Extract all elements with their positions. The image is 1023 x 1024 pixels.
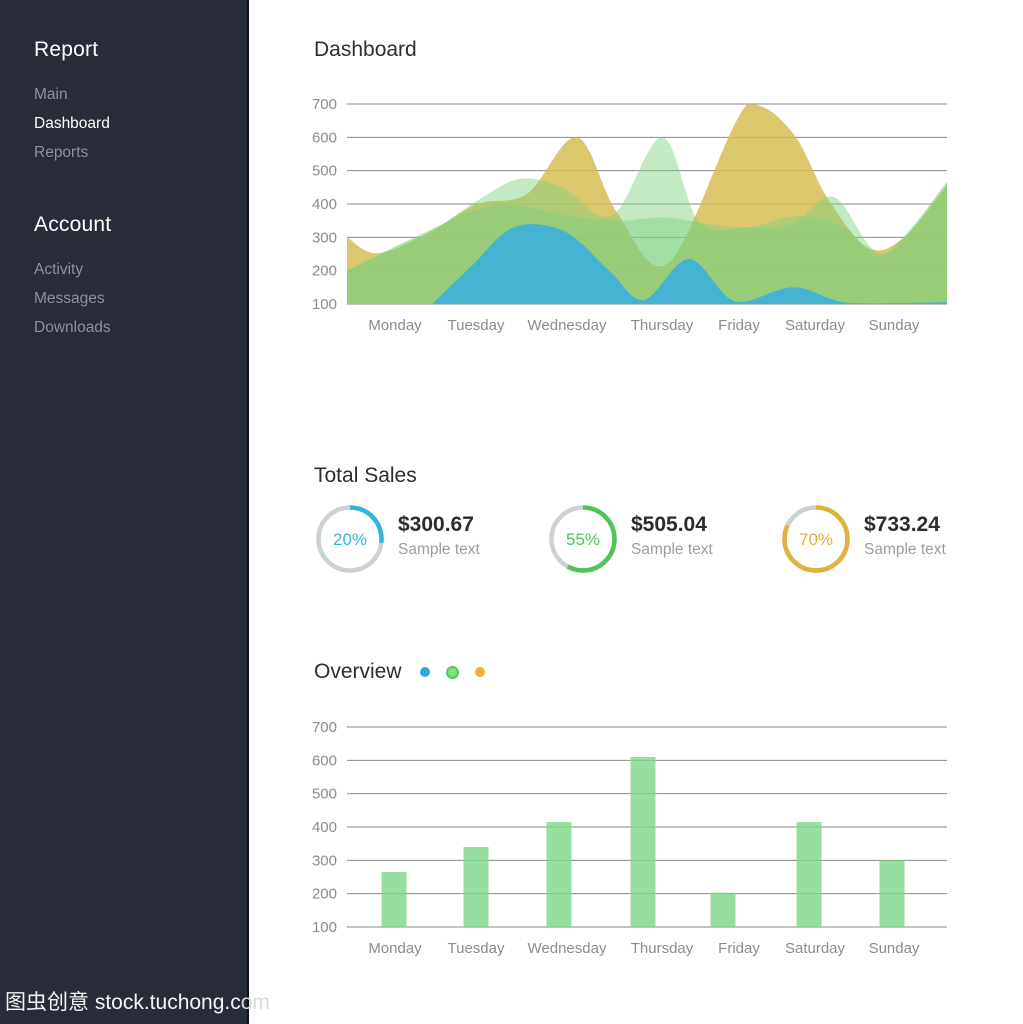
bar-thursday [631,757,656,927]
x-axis-label: Wednesday [528,317,607,334]
total-sales-cards: 20% $300.67 Sample text 55% $505.04 Sample te… [314,503,1013,575]
bar-saturday [797,822,822,927]
y-axis-label: 500 [312,786,337,803]
percent-label: 70% [799,530,833,549]
y-axis-label: 200 [312,263,337,280]
app-root: ReportMainDashboardReportsAccountActivit… [0,0,1023,1024]
bar-sunday [880,860,905,927]
bar-wednesday [547,822,572,927]
bar-friday [711,893,736,927]
overview-legend [420,666,501,679]
x-axis-label: Thursday [631,940,694,957]
y-axis-label: 500 [312,163,337,180]
page-title: Dashboard [314,38,417,62]
overview-header: Overview [314,660,501,684]
total-sales-card: 55% $505.04 Sample text [547,503,780,575]
sidebar-item-reports[interactable]: Reports [34,138,247,167]
sales-subtitle: Sample text [864,541,946,559]
x-axis-label: Tuesday [448,940,505,957]
x-axis-label: Thursday [631,317,694,334]
sidebar-heading: Account [34,213,247,237]
card-text: $505.04 Sample text [631,503,713,559]
legend-green-dot-icon [446,666,459,679]
x-axis-label: Saturday [785,940,846,957]
x-axis-label: Tuesday [448,317,505,334]
progress-ring-icon: 20% [314,503,386,575]
percent-label: 20% [333,530,367,549]
sidebar-item-main[interactable]: Main [34,80,247,109]
sales-amount: $505.04 [631,512,713,538]
watermark: 图虫创意 stock.tuchong.com [5,986,270,1016]
y-axis-label: 200 [312,886,337,903]
sidebar: Report MainDashboardReports Account Activit… [0,0,249,1024]
progress-ring-icon: 70% [780,503,852,575]
bar-tuesday [464,847,489,927]
card-text: $733.24 Sample text [864,503,946,559]
sales-amount: $300.67 [398,512,480,538]
watermark-text-dark: 图虫创意 stock.tuchong.c [5,991,241,1014]
y-axis-label: 400 [312,819,337,836]
y-axis-label: 100 [312,919,337,936]
sidebar-section-report: Report MainDashboardReports [34,38,247,167]
main-content: Dashboard 700 600 500 400 300 200 100 Monday Tue… [251,0,1023,1024]
overview-bar-chart: 700 600 500 400 300 200 100 Monday Tuesday Wednes… [301,711,961,967]
total-sales-card: 70% $733.24 Sample text [780,503,1013,575]
sidebar-item-downloads[interactable]: Downloads [34,313,247,342]
card-text: $300.67 Sample text [398,503,480,559]
sales-amount: $733.24 [864,512,946,538]
sales-subtitle: Sample text [631,541,713,559]
y-axis-label: 100 [312,296,337,313]
x-axis-label: Wednesday [528,940,607,957]
y-axis-label: 600 [312,752,337,769]
y-axis-label: 700 [312,719,337,736]
sidebar-item-dashboard[interactable]: Dashboard [34,109,247,138]
total-sales-title: Total Sales [314,464,417,488]
y-axis-label: 300 [312,852,337,869]
y-axis-label: 400 [312,196,337,213]
progress-ring-icon: 55% [547,503,619,575]
x-axis-label: Friday [718,317,760,334]
sidebar-item-activity[interactable]: Activity [34,255,247,284]
x-axis-label: Sunday [869,317,920,334]
y-axis-label: 700 [312,96,337,113]
sales-subtitle: Sample text [398,541,480,559]
legend-yellow-dot-icon [475,667,485,677]
sidebar-heading: Report [34,38,247,62]
overview-title: Overview [314,660,402,684]
y-axis-label: 600 [312,129,337,146]
watermark-text-light: om [241,991,270,1014]
bar-monday [382,872,407,927]
legend-blue-dot-icon [420,667,430,677]
sidebar-item-messages[interactable]: Messages [34,284,247,313]
x-axis-label: Monday [368,317,422,334]
y-axis-label: 300 [312,229,337,246]
x-axis-label: Monday [368,940,422,957]
total-sales-card: 20% $300.67 Sample text [314,503,547,575]
x-axis-label: Friday [718,940,760,957]
x-axis-label: Sunday [869,940,920,957]
percent-label: 55% [566,530,600,549]
weekly-area-chart: 700 600 500 400 300 200 100 Monday Tuesday Wednes… [301,88,961,344]
x-axis-label: Saturday [785,317,846,334]
sidebar-section-account: Account ActivityMessagesDownloads [34,213,247,342]
